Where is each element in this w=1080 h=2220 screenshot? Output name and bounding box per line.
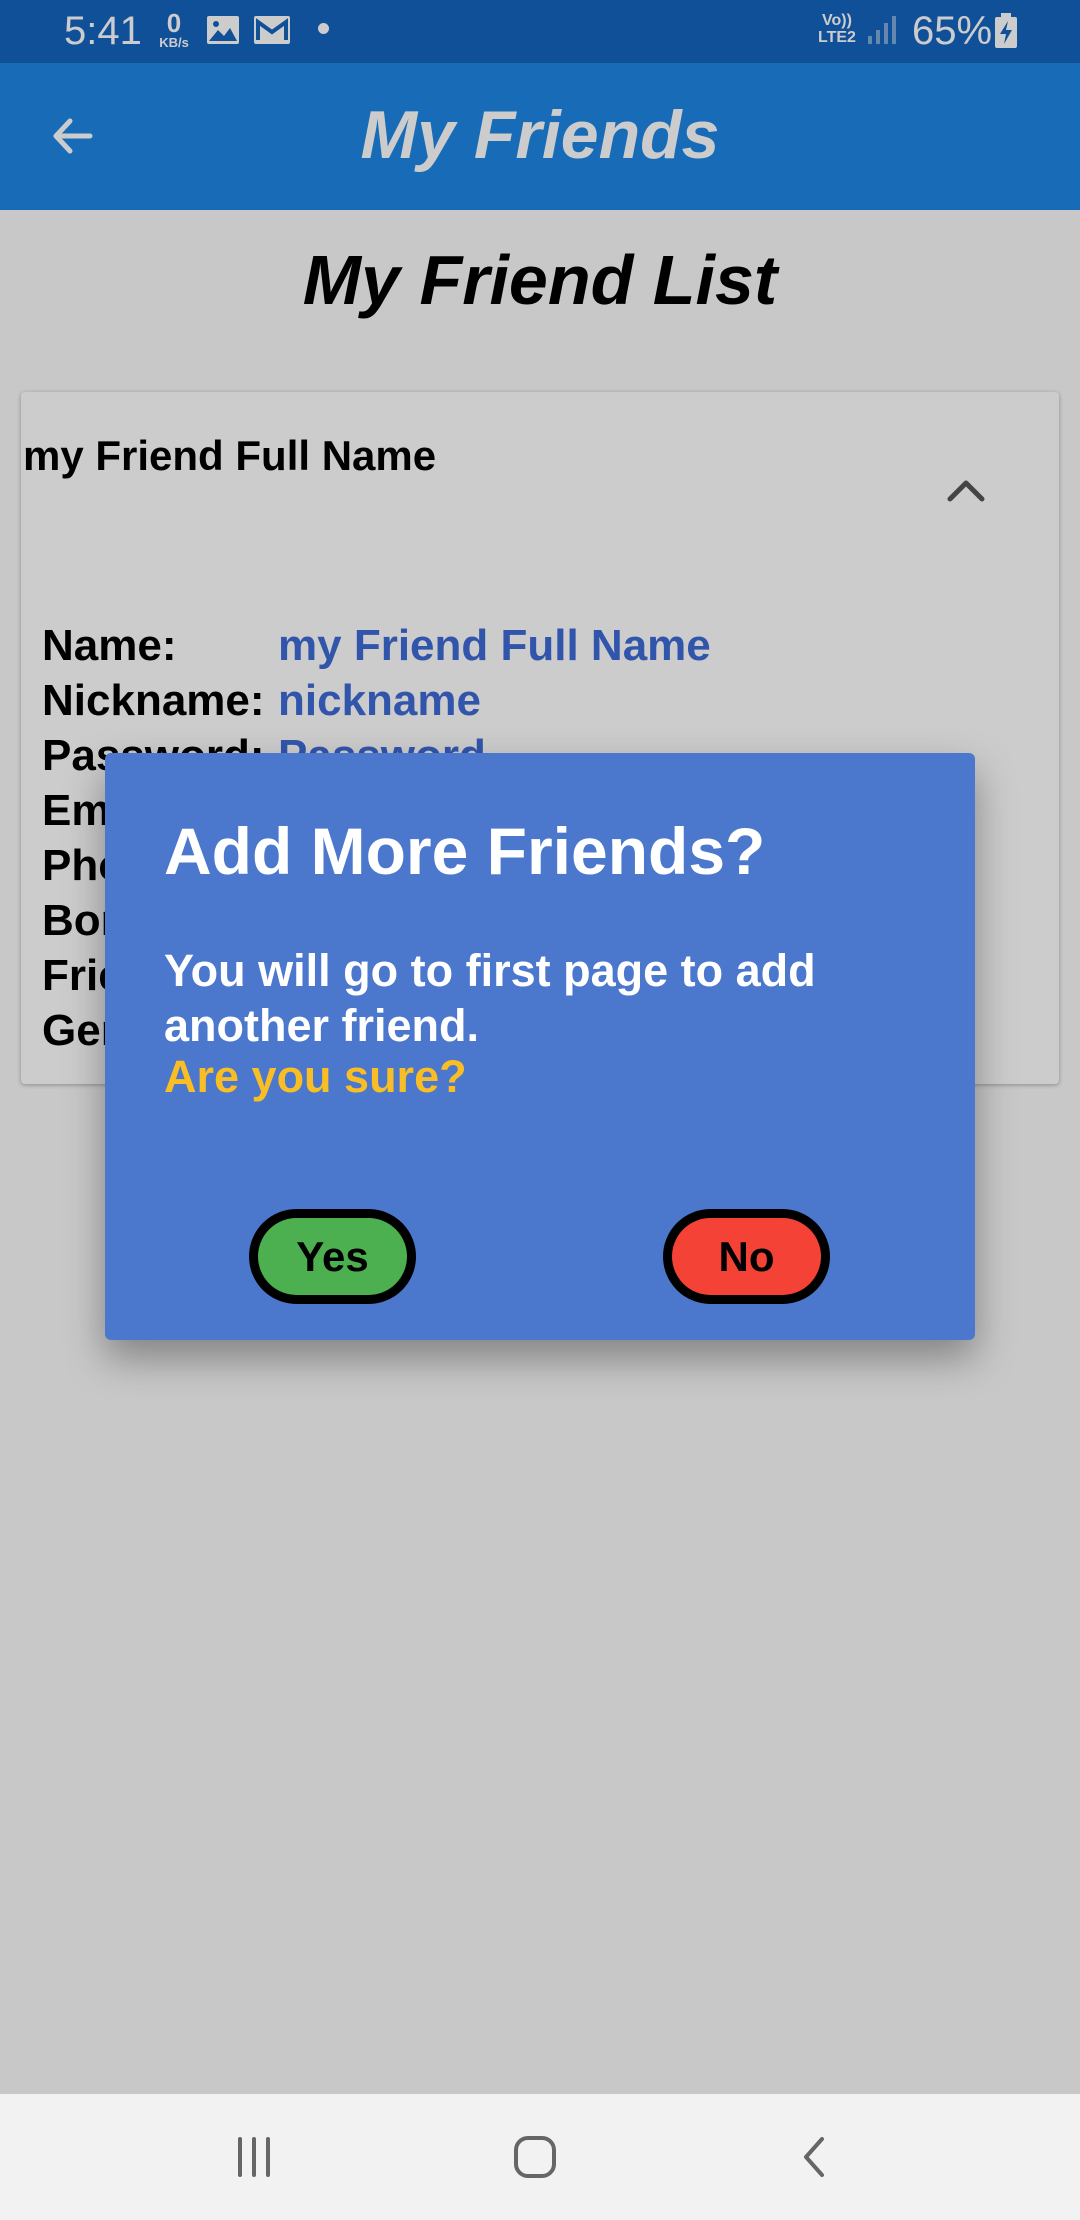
home-icon (514, 2136, 556, 2178)
home-button[interactable] (505, 2127, 565, 2187)
nav-back-button[interactable] (786, 2127, 846, 2187)
dialog-message: You will go to first page to add another… (164, 945, 816, 1051)
add-friends-dialog: Add More Friends? You will go to first p… (105, 753, 975, 1340)
recent-apps-icon (238, 2137, 270, 2177)
recent-apps-button[interactable] (224, 2127, 284, 2187)
system-nav-bar (0, 2094, 1080, 2220)
dialog-question: Are you sure? (164, 1051, 467, 1102)
dialog-title: Add More Friends? (164, 814, 766, 888)
yes-button[interactable]: Yes (249, 1209, 416, 1304)
no-button[interactable]: No (663, 1209, 830, 1304)
back-icon (804, 2137, 824, 2177)
